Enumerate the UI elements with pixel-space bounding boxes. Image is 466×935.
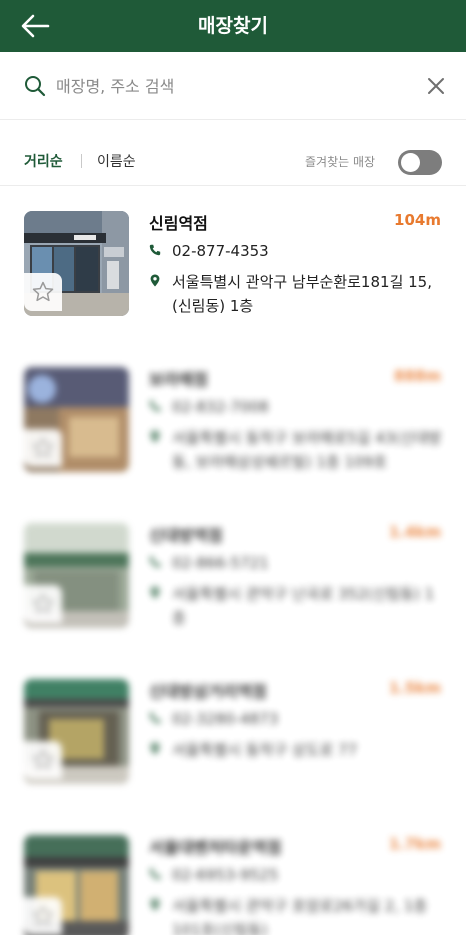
page-title: 매장찾기	[198, 15, 268, 37]
sort-divider	[81, 154, 82, 168]
store-name: 신대방삼거리역점	[149, 682, 267, 701]
star-outline-icon	[32, 437, 54, 458]
store-distance: 888m	[394, 367, 441, 385]
phone-icon	[149, 868, 161, 880]
search-bar	[0, 52, 466, 120]
store-address: 서울특별시 동작구 상도로 77	[172, 741, 358, 759]
store-phone[interactable]: 02-6953-9525	[172, 866, 278, 884]
store-item[interactable]: 신림역점 104m 02-877-4353 서울특별시 관악구 남부순환로181…	[0, 186, 466, 342]
search-input[interactable]	[56, 70, 406, 102]
store-name: 보라매점	[149, 370, 208, 389]
store-name: 신대방역점	[149, 526, 223, 545]
search-icon	[25, 76, 46, 97]
star-outline-icon	[32, 749, 54, 770]
phone-icon	[149, 400, 161, 412]
toggle-knob	[401, 153, 420, 172]
close-icon	[428, 78, 444, 94]
store-name: 서울대벤처타운역점	[149, 838, 282, 857]
store-item[interactable]: 신대방삼거리역점 1.5km 02-3280-4873 서울특별시 동작구 상도…	[0, 654, 466, 810]
store-phone[interactable]: 02-3280-4873	[172, 710, 278, 728]
favorite-star-button[interactable]	[24, 429, 62, 467]
store-address: 서울특별시 동작구 보라매로5길 43(신대방동, 보라매삼성쉐르빌) 1층 1…	[172, 429, 442, 471]
location-pin-icon	[150, 898, 160, 911]
location-pin-icon	[150, 586, 160, 599]
store-item[interactable]: 신대방역점 1.4km 02-866-5721 서울특별시 관악구 난곡로 35…	[0, 498, 466, 654]
phone-icon	[149, 556, 161, 568]
store-address: 서울특별시 관악구 남부순환로181길 15, (신림동) 1층	[172, 273, 432, 315]
store-item[interactable]: 서울대벤처타운역점 1.7km 02-6953-9525 서울특별시 관악구 호…	[0, 810, 466, 935]
sort-by-name-tab[interactable]: 이름순	[97, 151, 136, 171]
favorite-star-button[interactable]	[24, 585, 62, 623]
location-pin-icon	[150, 742, 160, 755]
sort-by-distance-tab[interactable]: 거리순	[24, 151, 63, 171]
favorite-star-button[interactable]	[24, 273, 62, 311]
filter-bar: 거리순 이름순 즐겨찾는 매장	[0, 120, 466, 186]
location-pin-icon	[150, 274, 160, 287]
phone-icon	[149, 244, 161, 256]
star-outline-icon	[32, 593, 54, 614]
store-distance: 1.7km	[388, 835, 441, 853]
store-phone[interactable]: 02-832-7008	[172, 398, 269, 416]
store-distance: 104m	[394, 211, 441, 229]
store-phone[interactable]: 02-866-5721	[172, 554, 269, 572]
favorites-filter-label: 즐겨찾는 매장	[305, 155, 376, 169]
store-distance: 1.5km	[388, 679, 441, 697]
top-app-bar: 매장찾기	[0, 0, 466, 52]
favorite-star-button[interactable]	[24, 741, 62, 779]
store-phone[interactable]: 02-877-4353	[172, 242, 269, 260]
favorites-toggle[interactable]	[398, 150, 442, 175]
star-outline-icon	[32, 281, 54, 302]
location-pin-icon	[150, 430, 160, 443]
store-distance: 1.4km	[388, 523, 441, 541]
store-name: 신림역점	[149, 214, 208, 233]
star-outline-icon	[32, 905, 54, 926]
clear-search-button[interactable]	[426, 76, 446, 96]
phone-icon	[149, 712, 161, 724]
store-address: 서울특별시 관악구 호암로26가길 2, 1층 101호(신림동)	[172, 897, 428, 935]
store-item[interactable]: 보라매점 888m 02-832-7008 서울특별시 동작구 보라매로5길 4…	[0, 342, 466, 498]
favorite-star-button[interactable]	[24, 897, 62, 935]
store-address: 서울특별시 관악구 난곡로 352(신림동) 1층	[172, 585, 435, 627]
